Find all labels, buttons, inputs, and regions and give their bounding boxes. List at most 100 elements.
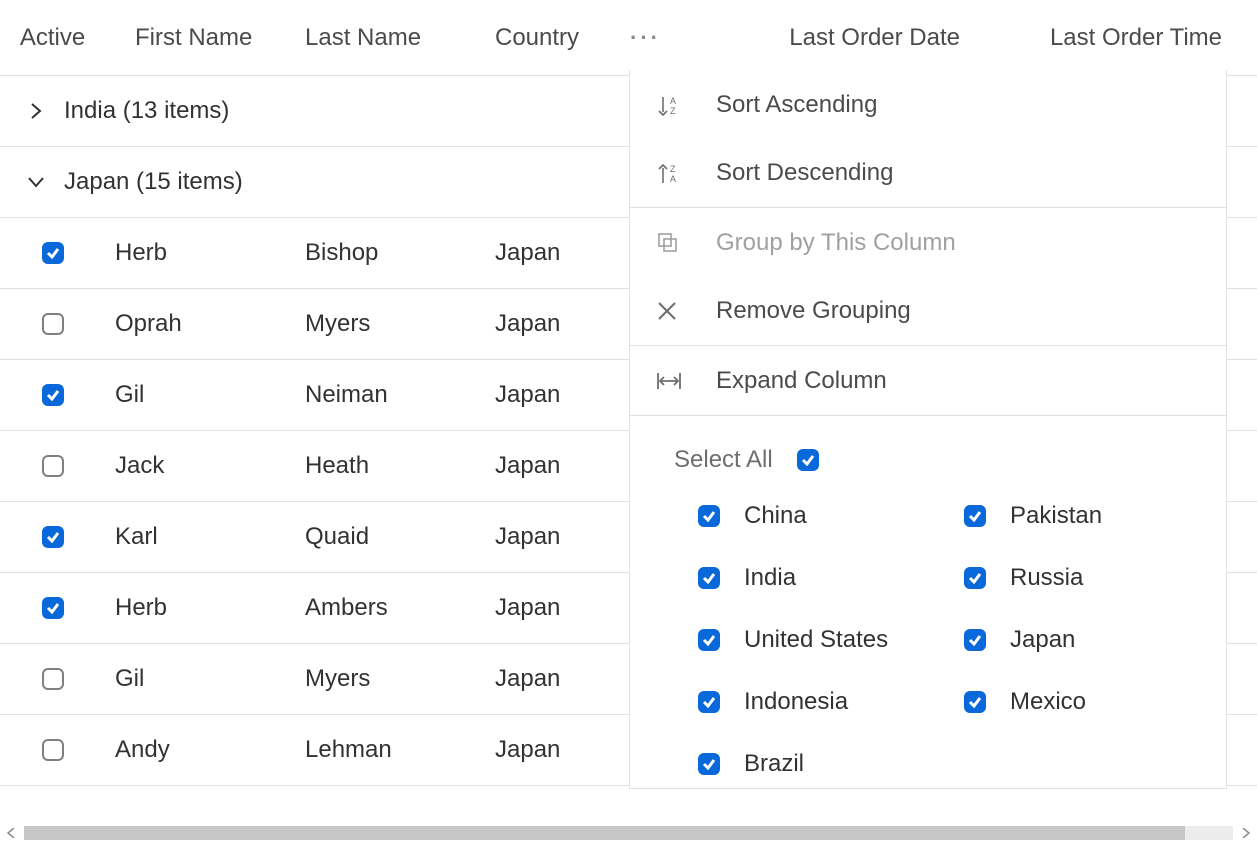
horizontal-scrollbar[interactable]: [0, 822, 1257, 844]
last-name-cell: Bishop: [295, 239, 485, 267]
scroll-left-arrow[interactable]: [0, 822, 22, 844]
svg-text:A: A: [670, 174, 676, 184]
svg-text:Z: Z: [670, 164, 676, 174]
filter-option[interactable]: Pakistan: [964, 502, 1102, 530]
filter-checkbox[interactable]: [964, 629, 986, 651]
last-name-cell: Heath: [295, 452, 485, 480]
first-name-cell: Herb: [105, 239, 295, 267]
filter-option-label: Russia: [1010, 564, 1083, 592]
filter-checkbox[interactable]: [698, 629, 720, 651]
last-name-cell: Lehman: [295, 736, 485, 764]
first-name-cell: Jack: [105, 452, 295, 480]
filter-option-label: Brazil: [744, 750, 804, 778]
menu-label: Group by This Column: [716, 229, 956, 257]
filter-checkbox[interactable]: [964, 505, 986, 527]
menu-label: Expand Column: [716, 367, 887, 395]
country-cell: Japan: [485, 239, 620, 267]
sort-asc-icon: A Z: [656, 93, 690, 117]
scrollbar-thumb[interactable]: [24, 826, 1185, 840]
active-checkbox[interactable]: [42, 739, 64, 761]
filter-option[interactable]: Mexico: [964, 688, 1102, 716]
filter-option-label: Mexico: [1010, 688, 1086, 716]
active-checkbox[interactable]: [42, 242, 64, 264]
filter-select-all[interactable]: Select All: [674, 446, 1226, 474]
column-context-menu: A Z Sort Ascending Z A Sort Descending G…: [629, 70, 1227, 789]
first-name-cell: Karl: [105, 523, 295, 551]
country-cell: Japan: [485, 523, 620, 551]
first-name-cell: Gil: [105, 381, 295, 409]
filter-option[interactable]: Russia: [964, 564, 1102, 592]
column-menu-button[interactable]: ···: [620, 0, 720, 75]
column-header-last-name[interactable]: Last Name: [295, 0, 485, 75]
close-icon: [656, 300, 690, 322]
filter-checkbox[interactable]: [964, 691, 986, 713]
active-checkbox[interactable]: [42, 597, 64, 619]
filter-option-label: China: [744, 502, 807, 530]
first-name-cell: Herb: [105, 594, 295, 622]
svg-text:Z: Z: [670, 106, 676, 116]
filter-checkbox[interactable]: [964, 567, 986, 589]
menu-expand-column[interactable]: Expand Column: [630, 346, 1226, 415]
active-checkbox[interactable]: [42, 313, 64, 335]
last-name-cell: Myers: [295, 310, 485, 338]
country-cell: Japan: [485, 452, 620, 480]
last-name-cell: Myers: [295, 665, 485, 693]
active-checkbox[interactable]: [42, 455, 64, 477]
filter-option-label: Pakistan: [1010, 502, 1102, 530]
column-header-last-order-date[interactable]: Last Order Date: [720, 0, 1000, 75]
filter-panel: Select All China India United States Indone…: [630, 415, 1226, 788]
active-checkbox[interactable]: [42, 668, 64, 690]
sort-desc-icon: Z A: [656, 161, 690, 185]
filter-checkbox[interactable]: [698, 567, 720, 589]
menu-group-by-column: Group by This Column: [630, 208, 1226, 277]
menu-label: Remove Grouping: [716, 297, 911, 325]
ellipsis-icon: ···: [630, 27, 661, 49]
filter-checkbox[interactable]: [698, 505, 720, 527]
column-header-last-order-time[interactable]: Last Order Time: [1000, 0, 1257, 75]
expand-width-icon: [656, 370, 690, 392]
filter-option-label: India: [744, 564, 796, 592]
active-checkbox[interactable]: [42, 526, 64, 548]
active-checkbox[interactable]: [42, 384, 64, 406]
menu-sort-descending[interactable]: Z A Sort Descending: [630, 139, 1226, 208]
select-all-checkbox[interactable]: [797, 449, 819, 471]
select-all-label: Select All: [674, 446, 773, 474]
filter-option[interactable]: United States: [698, 626, 964, 654]
first-name-cell: Oprah: [105, 310, 295, 338]
menu-label: Sort Ascending: [716, 91, 877, 119]
filter-checkbox[interactable]: [698, 753, 720, 775]
group-label: India (13 items): [64, 97, 229, 125]
chevron-right-icon: [28, 103, 54, 119]
scroll-right-arrow[interactable]: [1235, 822, 1257, 844]
active-cell: [0, 526, 105, 548]
country-cell: Japan: [485, 310, 620, 338]
active-cell: [0, 455, 105, 477]
first-name-cell: Andy: [105, 736, 295, 764]
group-label: Japan (15 items): [64, 168, 243, 196]
country-cell: Japan: [485, 594, 620, 622]
first-name-cell: Gil: [105, 665, 295, 693]
active-cell: [0, 597, 105, 619]
active-cell: [0, 384, 105, 406]
column-header-country[interactable]: Country: [485, 0, 620, 75]
svg-text:A: A: [670, 96, 676, 106]
filter-option-label: Indonesia: [744, 688, 848, 716]
last-name-cell: Neiman: [295, 381, 485, 409]
filter-option[interactable]: Indonesia: [698, 688, 964, 716]
filter-option[interactable]: India: [698, 564, 964, 592]
menu-sort-ascending[interactable]: A Z Sort Ascending: [630, 70, 1226, 139]
filter-option[interactable]: Japan: [964, 626, 1102, 654]
active-cell: [0, 668, 105, 690]
filter-checkbox[interactable]: [698, 691, 720, 713]
column-header-first-name[interactable]: First Name: [105, 0, 295, 75]
column-header-active[interactable]: Active: [0, 0, 105, 75]
scrollbar-track[interactable]: [24, 826, 1233, 840]
filter-option[interactable]: Brazil: [698, 750, 964, 778]
country-cell: Japan: [485, 381, 620, 409]
filter-option[interactable]: China: [698, 502, 964, 530]
last-name-cell: Quaid: [295, 523, 485, 551]
menu-remove-grouping[interactable]: Remove Grouping: [630, 277, 1226, 346]
last-name-cell: Ambers: [295, 594, 485, 622]
active-cell: [0, 242, 105, 264]
filter-option-label: Japan: [1010, 626, 1075, 654]
